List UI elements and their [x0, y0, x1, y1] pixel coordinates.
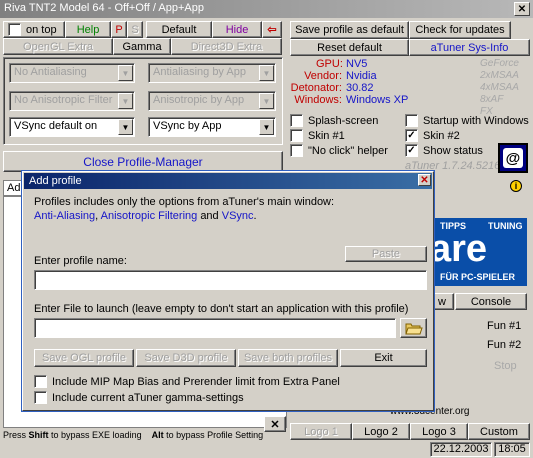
- chevron-down-icon: ▼: [259, 65, 274, 81]
- noclick-checkbox[interactable]: [290, 144, 303, 157]
- logo3-button[interactable]: Logo 3: [410, 423, 468, 440]
- stop-button[interactable]: Stop: [494, 360, 517, 372]
- gamma-checkbox[interactable]: [34, 391, 47, 404]
- save-profile-default-button[interactable]: Save profile as default: [290, 21, 409, 39]
- status-checkbox[interactable]: ✓: [405, 144, 418, 157]
- gpu-caps-2xmsaa: 2xMSAA: [480, 70, 519, 81]
- chevron-down-icon: ▼: [118, 65, 133, 81]
- hide-button[interactable]: Hide: [212, 21, 262, 38]
- vendor-label: Vendor:: [304, 70, 342, 82]
- mip-map-checkbox[interactable]: [34, 375, 47, 388]
- mip-map-option[interactable]: Include MIP Map Bias and Prerender limit…: [34, 375, 340, 388]
- status-option[interactable]: ✓ Show status: [405, 144, 483, 157]
- window-title: Riva TNT2 Model 64 - Off+Off / App+App: [4, 2, 204, 14]
- anisotropic-select[interactable]: No Anisotropic Filter ▼: [9, 91, 135, 111]
- status-date: 22.12.2003: [430, 442, 492, 457]
- exit-button[interactable]: Exit: [340, 349, 427, 367]
- gpu-value: NV5: [346, 58, 368, 70]
- on-top-checkbox[interactable]: [8, 23, 21, 36]
- fun1-button[interactable]: Fun #1: [487, 320, 521, 332]
- vendor-value: Nvidia: [346, 70, 377, 82]
- footer-hint: Press Shift to bypass EXE loading Alt to…: [3, 430, 264, 440]
- close-icon[interactable]: ✕: [264, 416, 286, 432]
- chevron-down-icon: ▼: [118, 93, 133, 109]
- splash-checkbox[interactable]: [290, 114, 303, 127]
- anisotropic-app-select[interactable]: Anisotropic by App ▼: [148, 91, 276, 111]
- chevron-down-icon: ▼: [118, 119, 133, 135]
- gamma-option[interactable]: Include current aTuner gamma-settings: [34, 391, 244, 404]
- profile-name-input[interactable]: [34, 270, 427, 290]
- skin2-option[interactable]: ✓ Skin #2: [405, 129, 460, 142]
- fun2-button[interactable]: Fun #2: [487, 339, 521, 351]
- save-ogl-button[interactable]: Save OGL profile: [34, 349, 134, 367]
- tab-opengl-extra[interactable]: OpenGL Extra: [3, 38, 113, 55]
- title-bar: Riva TNT2 Model 64 - Off+Off / App+App ✕: [0, 0, 533, 18]
- skin2-checkbox[interactable]: ✓: [405, 129, 418, 142]
- close-profile-manager-button[interactable]: Close Profile-Manager: [3, 151, 283, 172]
- skin1-checkbox[interactable]: [290, 129, 303, 142]
- default-button[interactable]: Default: [146, 21, 212, 38]
- startup-option[interactable]: Startup with Windows: [405, 114, 529, 127]
- sysinfo-button[interactable]: aTuner Sys-Info: [409, 39, 530, 56]
- check-updates-button[interactable]: Check for updates: [409, 21, 511, 39]
- logo2-button[interactable]: Logo 2: [352, 423, 410, 440]
- chevron-down-icon: ▼: [259, 119, 274, 135]
- tab-gamma[interactable]: Gamma: [113, 38, 171, 55]
- s-button[interactable]: S: [127, 21, 143, 38]
- close-icon[interactable]: ✕: [514, 2, 530, 16]
- vsync-select[interactable]: VSync default on ▼: [9, 117, 135, 137]
- ad-banner[interactable]: TIPPS TUNING are FÜR PC-SPIELER: [430, 218, 527, 286]
- reset-default-button[interactable]: Reset default: [290, 39, 409, 56]
- close-icon[interactable]: ✕: [418, 174, 431, 186]
- tab-direct3d-extra[interactable]: Direct3D Extra: [171, 38, 282, 55]
- p-button[interactable]: P: [111, 21, 127, 38]
- noclick-option[interactable]: "No click" helper: [290, 144, 388, 157]
- open-folder-icon[interactable]: [400, 318, 427, 338]
- windows-label: Windows:: [294, 94, 342, 106]
- skin1-option[interactable]: Skin #1: [290, 129, 345, 142]
- gpu-label: GPU:: [316, 58, 343, 70]
- tab-console[interactable]: Console: [455, 293, 527, 310]
- save-d3d-button[interactable]: Save D3D profile: [136, 349, 236, 367]
- status-time: 18:05: [494, 442, 530, 457]
- windows-value: Windows XP: [346, 94, 409, 106]
- gpu-caps-geforce: GeForce: [480, 58, 519, 69]
- splash-option[interactable]: Splash-screen: [290, 114, 378, 127]
- at-logo-icon[interactable]: @: [498, 143, 528, 173]
- file-launch-input[interactable]: [34, 318, 396, 338]
- info-icon[interactable]: i: [510, 180, 522, 192]
- gpu-caps-4xmsaa: 4xMSAA: [480, 82, 519, 93]
- arrow-left-icon[interactable]: ⇦: [262, 21, 282, 38]
- dialog-title-bar: Add profile ✕: [24, 173, 432, 189]
- gpu-caps-8xaf: 8xAF: [480, 94, 504, 105]
- profile-name-label: Enter profile name:: [34, 255, 127, 267]
- on-top-toggle[interactable]: on top: [3, 21, 65, 38]
- detonator-value: 30.82: [346, 82, 374, 94]
- dialog-info-line2: Anti-Aliasing, Anisotropic Filtering and…: [34, 210, 257, 222]
- vsync-app-select[interactable]: VSync by App ▼: [148, 117, 276, 137]
- dialog-title: Add profile: [29, 175, 82, 187]
- paste-button[interactable]: Paste: [345, 246, 427, 262]
- detonator-label: Detonator:: [290, 82, 342, 94]
- antialiasing-app-select[interactable]: Antialiasing by App ▼: [148, 63, 276, 83]
- file-launch-label: Enter File to launch (leave empty to don…: [34, 303, 409, 315]
- startup-checkbox[interactable]: [405, 114, 418, 127]
- chevron-down-icon: ▼: [259, 93, 274, 109]
- logo1-button[interactable]: Logo 1: [290, 423, 352, 440]
- custom-button[interactable]: Custom: [468, 423, 530, 440]
- save-both-button[interactable]: Save both profiles: [238, 349, 338, 367]
- antialiasing-select[interactable]: No Antialiasing ▼: [9, 63, 135, 83]
- dialog-info-line1: Profiles includes only the options from …: [34, 196, 335, 208]
- add-profile-dialog: Add profile ✕ Profiles includes only the…: [22, 171, 434, 411]
- help-button[interactable]: Help: [65, 21, 111, 38]
